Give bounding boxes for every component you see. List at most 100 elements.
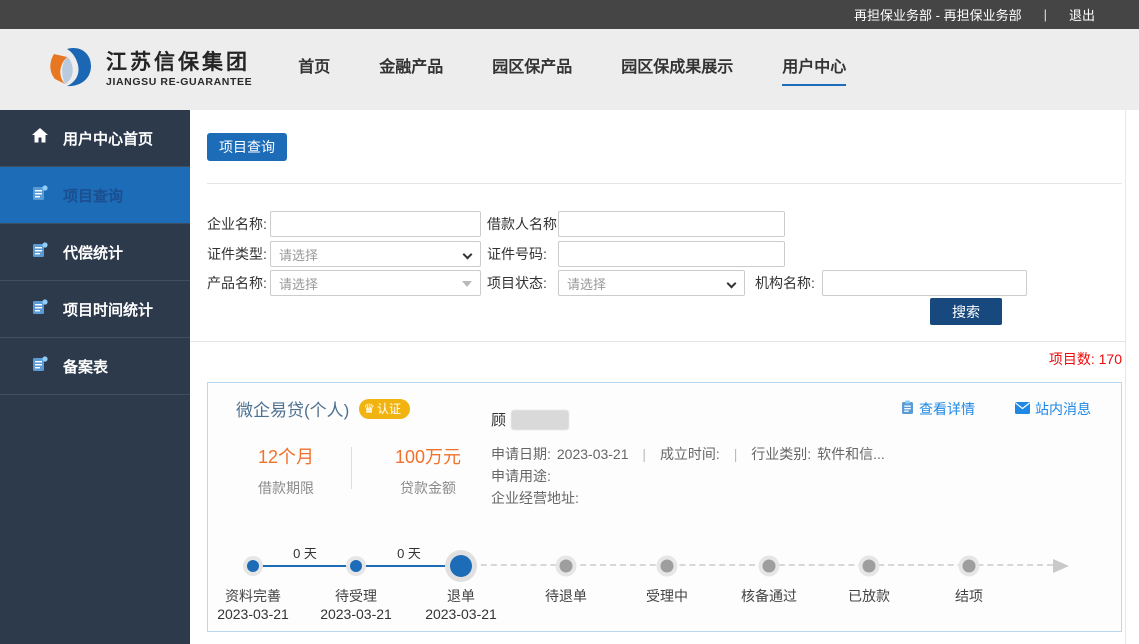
product-name-label: 产品名称: (207, 270, 267, 296)
sidebar: 用户中心首页 项目查询 代偿统计 项目时间统计 备案表 (0, 110, 190, 644)
org-name-label: 机构名称: (755, 270, 815, 296)
topbar: 再担保业务部 - 再担保业务部 | 退出 (0, 0, 1139, 29)
loan-term-caption: 借款期限 (221, 478, 351, 498)
nav-item-home[interactable]: 首页 (298, 53, 330, 86)
header: 江苏信保集团 JIANGSU RE-GUARANTEE 首页 金融产品 园区保产… (0, 29, 1139, 110)
logo-swirl-icon (46, 44, 96, 95)
nav-item-financial-products[interactable]: 金融产品 (379, 53, 443, 86)
sidebar-item-label: 项目查询 (63, 185, 123, 206)
card-links: 查看详情 站内消息 (901, 399, 1091, 419)
clipboard-icon (901, 400, 914, 418)
apply-info-line: 申请日期:2023-03-21 | 成立时间: | 行业类别:软件和信... (491, 444, 885, 464)
step-date: 2023-03-21 (320, 606, 392, 622)
loan-term-value: 12个月 (221, 443, 351, 469)
product-name-select[interactable]: 请选择 (270, 270, 481, 296)
establish-time-label: 成立时间: (660, 446, 720, 462)
company-name-input[interactable] (270, 211, 481, 237)
logo: 江苏信保集团 JIANGSU RE-GUARANTEE (46, 44, 252, 95)
logo-text: 江苏信保集团 JIANGSU RE-GUARANTEE (106, 51, 252, 88)
divider (190, 341, 1126, 342)
chevron-down-icon (463, 250, 473, 260)
project-status-value: 请选择 (567, 274, 606, 293)
address-label: 企业经营地址: (491, 490, 579, 506)
topbar-user: 再担保业务部 - 再担保业务部 (854, 5, 1022, 24)
scroll-edge (1125, 110, 1126, 644)
project-count: 项目数: 170 (1049, 349, 1122, 369)
timeline-arrow-icon (1053, 559, 1069, 573)
document-icon (32, 242, 48, 263)
timeline-dot-done (247, 560, 259, 572)
sidebar-item-project-time-stats[interactable]: 项目时间统计 (0, 281, 190, 338)
borrower-name: 顾 (491, 409, 569, 430)
step-label: 核备通过 (741, 586, 797, 606)
info-separator: | (734, 446, 738, 462)
topbar-separator: | (1044, 7, 1047, 22)
cert-type-label: 证件类型: (207, 241, 267, 267)
timeline-dot-current (450, 555, 472, 577)
org-name-input[interactable] (822, 270, 1027, 296)
divider (207, 183, 1122, 184)
product-title: 微企易贷(个人) (236, 396, 349, 421)
nav-item-park-results[interactable]: 园区保成果展示 (621, 53, 733, 86)
step-label: 待受理 (335, 586, 377, 606)
nav-item-park-products[interactable]: 园区保产品 (492, 53, 572, 86)
loan-term-stat: 12个月 借款期限 (221, 443, 351, 498)
purpose-line: 申请用途: (491, 466, 551, 486)
product-name-value: 请选择 (279, 274, 318, 293)
view-detail-link[interactable]: 查看详情 (901, 399, 975, 419)
content-area: 项目查询 企业名称: 借款人名称: 证件类型: 请选择 证件号码: 产品名称: … (190, 110, 1139, 644)
stat-divider (351, 447, 352, 489)
site-message-link[interactable]: 站内消息 (1015, 399, 1091, 419)
sidebar-item-project-query[interactable]: 项目查询 (0, 167, 190, 224)
borrower-name-input[interactable] (558, 211, 785, 237)
main-nav: 首页 金融产品 园区保产品 园区保成果展示 用户中心 (298, 53, 846, 86)
cert-no-input[interactable] (558, 241, 785, 267)
view-detail-label: 查看详情 (919, 399, 975, 419)
timeline-dot-pending (863, 560, 876, 573)
sidebar-item-label: 用户中心首页 (63, 128, 153, 149)
certified-badge: ♛ 认证 (359, 399, 410, 419)
logout-link[interactable]: 退出 (1069, 5, 1095, 24)
project-query-tab[interactable]: 项目查询 (207, 133, 287, 161)
duration-label: 0 天 (397, 543, 421, 562)
loan-amount-stat: 100万元 贷款金额 (363, 443, 493, 498)
sidebar-item-user-center-home[interactable]: 用户中心首页 (0, 110, 190, 167)
certified-badge-label: 认证 (377, 400, 401, 417)
duration-label: 0 天 (293, 543, 317, 562)
sidebar-item-label: 代偿统计 (63, 242, 123, 263)
apply-date-value: 2023-03-21 (557, 446, 629, 462)
main-layout: 用户中心首页 项目查询 代偿统计 项目时间统计 备案表 (0, 110, 1139, 644)
step-label: 结项 (955, 586, 983, 606)
project-status-select[interactable]: 请选择 (558, 270, 745, 296)
sidebar-item-filing-form[interactable]: 备案表 (0, 338, 190, 395)
redacted-name-block (511, 410, 569, 430)
logo-name-cn: 江苏信保集团 (106, 51, 252, 74)
document-icon (32, 185, 48, 206)
site-message-label: 站内消息 (1035, 399, 1091, 419)
step-label: 受理中 (646, 586, 688, 606)
industry-label: 行业类别: (751, 446, 811, 462)
company-name-label: 企业名称: (207, 211, 267, 237)
sidebar-item-label: 备案表 (63, 356, 108, 377)
timeline-dot-pending (963, 560, 976, 573)
step-label: 已放款 (848, 586, 890, 606)
nav-item-user-center[interactable]: 用户中心 (782, 53, 846, 86)
home-icon (32, 128, 48, 148)
step-date: 2023-03-21 (217, 606, 289, 622)
step-label: 退单 (447, 586, 475, 606)
loan-amount-value: 100万元 (363, 443, 493, 469)
chevron-down-icon (727, 279, 737, 289)
cert-no-label: 证件号码: (487, 241, 547, 267)
logo-name-en: JIANGSU RE-GUARANTEE (106, 76, 252, 88)
loan-amount-caption: 贷款金额 (363, 478, 493, 498)
sidebar-item-compensation-stats[interactable]: 代偿统计 (0, 224, 190, 281)
cert-type-select[interactable]: 请选择 (270, 241, 481, 267)
envelope-icon (1015, 401, 1030, 417)
apply-date-label: 申请日期: (491, 446, 551, 462)
project-status-label: 项目状态: (487, 270, 547, 296)
search-button[interactable]: 搜索 (930, 298, 1002, 325)
timeline-dot-done (350, 560, 362, 572)
step-date: 2023-03-21 (425, 606, 497, 622)
purpose-label: 申请用途: (491, 468, 551, 484)
step-label: 资料完善 (225, 586, 281, 606)
